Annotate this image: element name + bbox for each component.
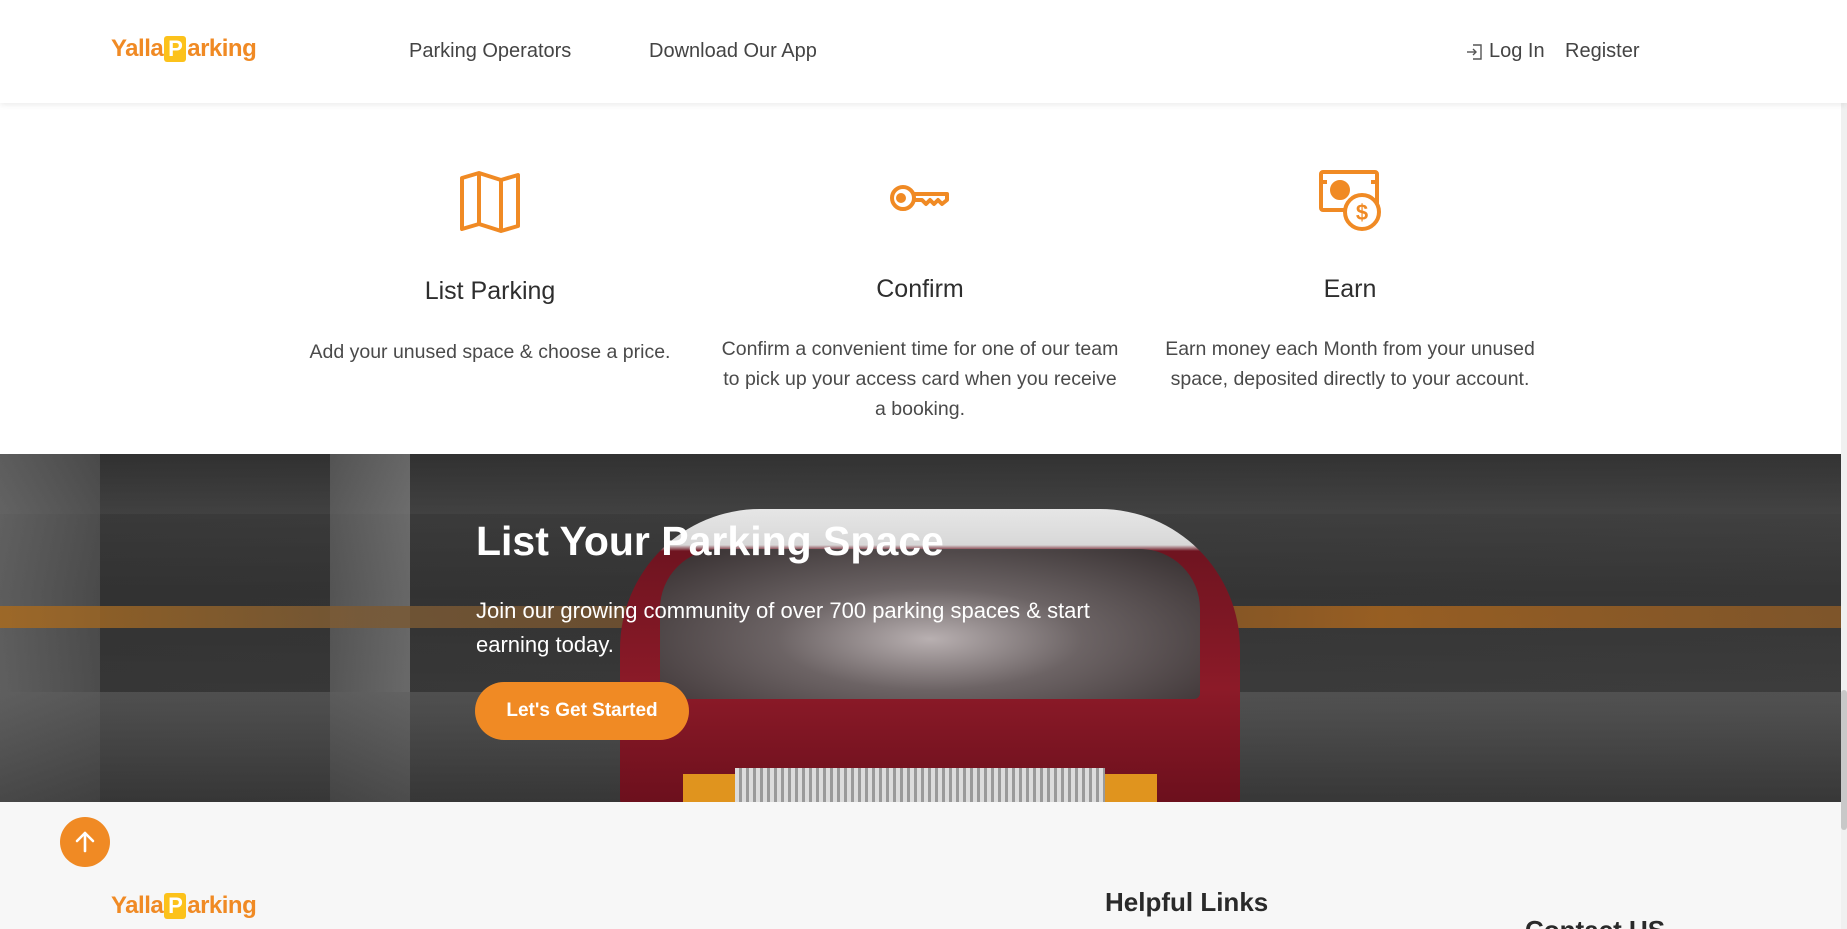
login-icon (1467, 43, 1482, 60)
banner-title: List Your Parking Space (476, 518, 944, 564)
banner-van-indicator (683, 774, 735, 802)
get-started-button[interactable]: Let's Get Started (475, 682, 689, 740)
money-icon: $ (1318, 168, 1382, 239)
contact-us-heading: Contact US (1525, 915, 1665, 929)
brand-logo[interactable]: Yalla Parking (111, 35, 257, 63)
banner-description: Join our growing community of over 700 p… (476, 598, 1090, 657)
logo-text-suffix: arking (187, 892, 257, 919)
key-icon (889, 180, 951, 221)
svg-text:$: $ (1356, 200, 1368, 225)
scroll-to-top-button[interactable] (60, 817, 110, 867)
banner-van-grille (735, 768, 1105, 802)
logo-text-suffix: arking (187, 35, 257, 62)
helpful-links-heading: Helpful Links (1105, 887, 1269, 917)
site-footer: YallaParking Helpful Links Contact US (0, 802, 1847, 929)
nav-register[interactable]: Register (1565, 40, 1639, 63)
list-parking-banner: List Your Parking Space Join our growing… (0, 454, 1841, 802)
logo-text-prefix: Yalla (111, 35, 164, 62)
banner-van-indicator (1105, 774, 1157, 802)
footer-logo[interactable]: Yalla Parking (111, 892, 257, 920)
nav-login-label: Log In (1489, 40, 1545, 62)
map-icon (459, 170, 521, 239)
nav-download-app[interactable]: Download Our App (649, 40, 817, 63)
feature-confirm: Confirm Confirm a convenient time for on… (720, 160, 1120, 420)
feature-description: Confirm a convenient time for one of our… (721, 338, 1119, 420)
feature-list-parking: List Parking Add your unused space & cho… (285, 160, 695, 420)
arrow-up-icon (75, 831, 95, 853)
feature-earn: $ Earn Earn money each Month from your u… (1150, 160, 1550, 420)
logo-text-prefix: Yalla (111, 892, 164, 919)
nav-login[interactable]: Log In (1465, 40, 1545, 63)
page-scrollbar[interactable] (1841, 0, 1847, 929)
feature-description: Add your unused space & choose a price. (309, 341, 671, 363)
logo-p-box: P (164, 36, 187, 62)
site-header: Yalla Parking Parking Operators Download … (0, 0, 1847, 103)
nav-parking-operators[interactable]: Parking Operators (409, 40, 571, 63)
feature-title: Earn (1323, 275, 1377, 303)
logo-p-box: P (164, 893, 187, 919)
feature-title: Confirm (876, 275, 964, 303)
feature-title: List Parking (424, 277, 556, 305)
banner-bg-ceiling (0, 454, 1841, 514)
feature-description: Earn money each Month from your unused s… (1165, 338, 1535, 390)
scrollbar-thumb[interactable] (1841, 690, 1847, 830)
